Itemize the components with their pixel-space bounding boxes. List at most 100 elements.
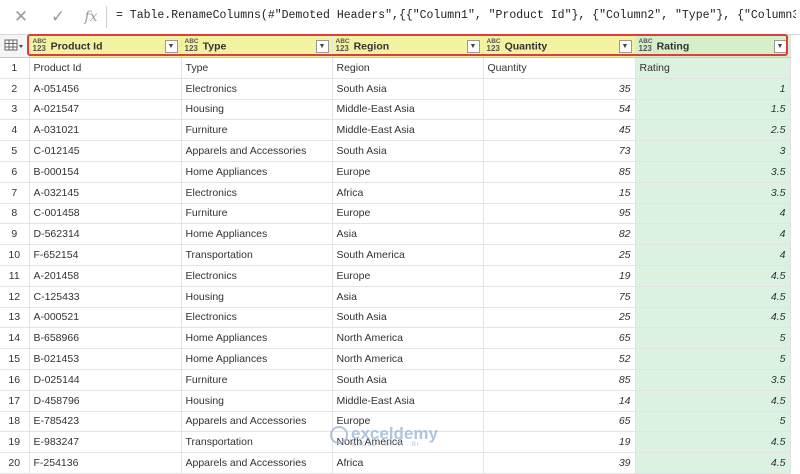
cell-region[interactable]: Region <box>332 57 484 79</box>
cell-type[interactable]: Home Appliances <box>181 327 333 350</box>
filter-dropdown-icon[interactable]: ▼ <box>466 40 480 53</box>
row-number[interactable]: 13 <box>0 307 30 329</box>
cell-qty[interactable]: 85 <box>483 161 636 183</box>
cell-rating[interactable]: 3 <box>635 140 791 162</box>
cell-qty[interactable]: 82 <box>483 223 636 246</box>
fx-icon[interactable]: fx <box>80 6 102 28</box>
type-any-icon[interactable]: ABC 123 <box>185 38 199 54</box>
cell-qty[interactable]: 15 <box>483 182 636 204</box>
type-any-icon[interactable]: ABC 123 <box>336 38 350 54</box>
row-number[interactable]: 19 <box>0 431 30 454</box>
row-number[interactable]: 6 <box>0 161 30 183</box>
cell-rating[interactable]: 3.5 <box>635 161 791 183</box>
cell-id[interactable]: D-025144 <box>29 369 182 391</box>
cell-type[interactable]: Type <box>181 57 333 79</box>
cell-type[interactable]: Housing <box>181 99 333 121</box>
cell-rating[interactable]: 4 <box>635 244 791 266</box>
cell-rating[interactable]: 4 <box>635 223 791 246</box>
cell-type[interactable]: Transportation <box>181 244 333 266</box>
cell-qty[interactable]: 54 <box>483 99 636 121</box>
cell-qty[interactable]: 75 <box>483 286 636 308</box>
cell-id[interactable]: A-000521 <box>29 307 182 329</box>
cell-type[interactable]: Furniture <box>181 203 333 225</box>
cell-qty[interactable]: 39 <box>483 452 636 474</box>
cell-region[interactable]: Europe <box>332 265 484 287</box>
row-number[interactable]: 8 <box>0 203 30 225</box>
cell-type[interactable]: Home Appliances <box>181 348 333 370</box>
cell-region[interactable]: Africa <box>332 452 484 474</box>
cell-id[interactable]: A-201458 <box>29 265 182 287</box>
cell-id[interactable]: C-125433 <box>29 286 182 308</box>
cell-qty[interactable]: 45 <box>483 119 636 142</box>
row-number[interactable]: 10 <box>0 244 30 266</box>
cell-qty[interactable]: 95 <box>483 203 636 225</box>
type-any-icon[interactable]: ABC 123 <box>487 38 501 54</box>
row-number[interactable]: 18 <box>0 411 30 433</box>
cell-rating[interactable]: 2.5 <box>635 119 791 142</box>
row-number[interactable]: 16 <box>0 369 30 391</box>
cell-qty[interactable]: 65 <box>483 411 636 433</box>
cell-qty[interactable]: 14 <box>483 390 636 412</box>
cell-region[interactable]: South Asia <box>332 78 484 100</box>
cell-rating[interactable]: Rating <box>635 57 791 79</box>
row-number[interactable]: 14 <box>0 327 30 350</box>
cell-rating[interactable]: 4.5 <box>635 452 791 474</box>
cell-type[interactable]: Home Appliances <box>181 223 333 246</box>
cell-rating[interactable]: 4.5 <box>635 431 791 454</box>
cell-id[interactable]: A-021547 <box>29 99 182 121</box>
cell-type[interactable]: Apparels and Accessories <box>181 452 333 474</box>
cell-qty[interactable]: 35 <box>483 78 636 100</box>
cell-id[interactable]: B-021453 <box>29 348 182 370</box>
cell-rating[interactable]: 1 <box>635 78 791 100</box>
cell-region[interactable]: South Asia <box>332 369 484 391</box>
column-header-type[interactable]: ABC 123 Type ▼ <box>181 35 333 58</box>
cell-type[interactable]: Furniture <box>181 119 333 142</box>
row-number[interactable]: 7 <box>0 182 30 204</box>
cell-rating[interactable]: 5 <box>635 348 791 370</box>
column-header-quantity[interactable]: ABC 123 Quantity ▼ <box>483 35 636 58</box>
cell-region[interactable]: Europe <box>332 161 484 183</box>
cell-id[interactable]: A-031021 <box>29 119 182 142</box>
cell-region[interactable]: Africa <box>332 182 484 204</box>
cell-region[interactable]: Europe <box>332 203 484 225</box>
cell-qty[interactable]: 65 <box>483 327 636 350</box>
row-number[interactable]: 2 <box>0 78 30 100</box>
cell-id[interactable]: E-785423 <box>29 411 182 433</box>
cell-id[interactable]: B-658966 <box>29 327 182 350</box>
cell-id[interactable]: A-051456 <box>29 78 182 100</box>
cell-id[interactable]: B-000154 <box>29 161 182 183</box>
column-header-rating[interactable]: ABC 123 Rating ▼ <box>635 35 791 58</box>
cell-type[interactable]: Apparels and Accessories <box>181 140 333 162</box>
cell-type[interactable]: Electronics <box>181 78 333 100</box>
cell-type[interactable]: Electronics <box>181 265 333 287</box>
cell-region[interactable]: Middle-East Asia <box>332 119 484 142</box>
table-menu-icon[interactable] <box>0 35 30 58</box>
cell-id[interactable]: C-012145 <box>29 140 182 162</box>
cell-region[interactable]: Middle-East Asia <box>332 99 484 121</box>
cell-type[interactable]: Housing <box>181 286 333 308</box>
cell-qty[interactable]: 25 <box>483 244 636 266</box>
cell-rating[interactable]: 4.5 <box>635 265 791 287</box>
cell-region[interactable]: South America <box>332 244 484 266</box>
cell-rating[interactable]: 4.5 <box>635 307 791 329</box>
cell-type[interactable]: Home Appliances <box>181 161 333 183</box>
cell-rating[interactable]: 3.5 <box>635 182 791 204</box>
row-number[interactable]: 11 <box>0 265 30 287</box>
cell-type[interactable]: Electronics <box>181 307 333 329</box>
cell-region[interactable]: South Asia <box>332 140 484 162</box>
row-number[interactable]: 1 <box>0 57 30 79</box>
formula-input[interactable]: = Table.RenameColumns(#"Demoted Headers"… <box>116 9 796 22</box>
cell-type[interactable]: Transportation <box>181 431 333 454</box>
cell-id[interactable]: F-652154 <box>29 244 182 266</box>
close-icon[interactable]: ✕ <box>10 6 32 28</box>
cell-id[interactable]: D-562314 <box>29 223 182 246</box>
row-number[interactable]: 5 <box>0 140 30 162</box>
cell-type[interactable]: Housing <box>181 390 333 412</box>
cell-id[interactable]: F-254136 <box>29 452 182 474</box>
type-any-icon[interactable]: ABC 123 <box>33 38 47 54</box>
row-number[interactable]: 15 <box>0 348 30 370</box>
filter-dropdown-icon[interactable]: ▼ <box>618 40 632 53</box>
filter-dropdown-icon[interactable]: ▼ <box>315 40 329 53</box>
cell-id[interactable]: D-458796 <box>29 390 182 412</box>
cell-id[interactable]: Product Id <box>29 57 182 79</box>
